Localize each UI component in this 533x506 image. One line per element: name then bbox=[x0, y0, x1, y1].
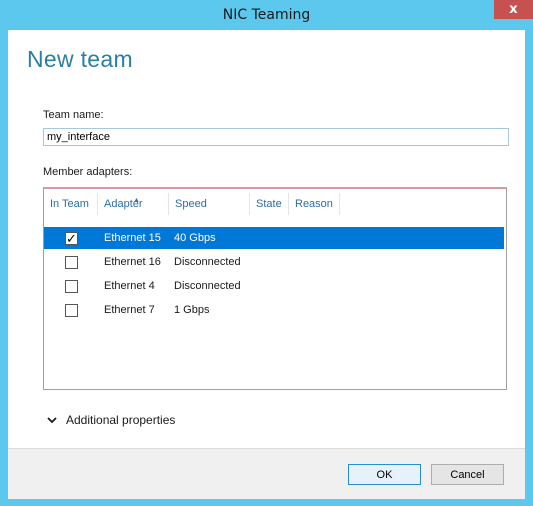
adapter-cell: Ethernet 4 bbox=[104, 280, 155, 292]
speed-cell: 40 Gbps bbox=[174, 232, 216, 244]
additional-properties-toggle[interactable]: Additional properties bbox=[66, 413, 175, 427]
member-adapters-list[interactable]: In Team ▲ Adapter Speed State Reason ✓ E… bbox=[43, 187, 507, 390]
column-header-state[interactable]: State bbox=[250, 193, 289, 215]
adapter-cell: Ethernet 15 bbox=[104, 232, 161, 244]
column-header-reason[interactable]: Reason bbox=[289, 193, 340, 215]
in-team-checkbox[interactable]: ✓ bbox=[65, 232, 78, 245]
in-team-checkbox[interactable] bbox=[65, 256, 78, 269]
adapter-cell: Ethernet 16 bbox=[104, 256, 161, 268]
list-header: In Team ▲ Adapter Speed State Reason bbox=[44, 193, 506, 215]
adapter-cell: Ethernet 7 bbox=[104, 304, 155, 316]
page-title: New team bbox=[27, 46, 133, 72]
window-title: NIC Teaming bbox=[222, 7, 311, 23]
table-row[interactable]: Ethernet 16 Disconnected bbox=[44, 251, 504, 273]
speed-cell: Disconnected bbox=[174, 280, 241, 292]
table-row[interactable]: Ethernet 7 1 Gbps bbox=[44, 299, 504, 321]
sort-ascending-icon: ▲ bbox=[133, 197, 140, 204]
close-icon: x bbox=[509, 2, 518, 17]
speed-cell: Disconnected bbox=[174, 256, 241, 268]
chevron-down-icon[interactable] bbox=[47, 415, 57, 425]
column-header-in-team[interactable]: In Team bbox=[44, 193, 98, 215]
title-bar: NIC Teaming x bbox=[0, 0, 533, 30]
column-header-speed[interactable]: Speed bbox=[169, 193, 250, 215]
ok-button[interactable]: OK bbox=[348, 464, 421, 485]
speed-cell: 1 Gbps bbox=[174, 304, 210, 316]
table-row[interactable]: Ethernet 4 Disconnected bbox=[44, 275, 504, 297]
in-team-checkbox[interactable] bbox=[65, 280, 78, 293]
dialog-body: New team Team name: my_interface Member … bbox=[8, 30, 525, 499]
member-adapters-label: Member adapters: bbox=[43, 166, 133, 178]
close-button[interactable]: x bbox=[494, 0, 533, 19]
table-row[interactable]: ✓ Ethernet 15 40 Gbps bbox=[44, 227, 504, 249]
in-team-checkbox[interactable] bbox=[65, 304, 78, 317]
column-header-adapter[interactable]: ▲ Adapter bbox=[98, 193, 169, 215]
cancel-button[interactable]: Cancel bbox=[431, 464, 504, 485]
team-name-label: Team name: bbox=[43, 109, 104, 121]
dialog-footer: OK Cancel bbox=[8, 448, 525, 499]
team-name-input[interactable]: my_interface bbox=[43, 128, 509, 146]
